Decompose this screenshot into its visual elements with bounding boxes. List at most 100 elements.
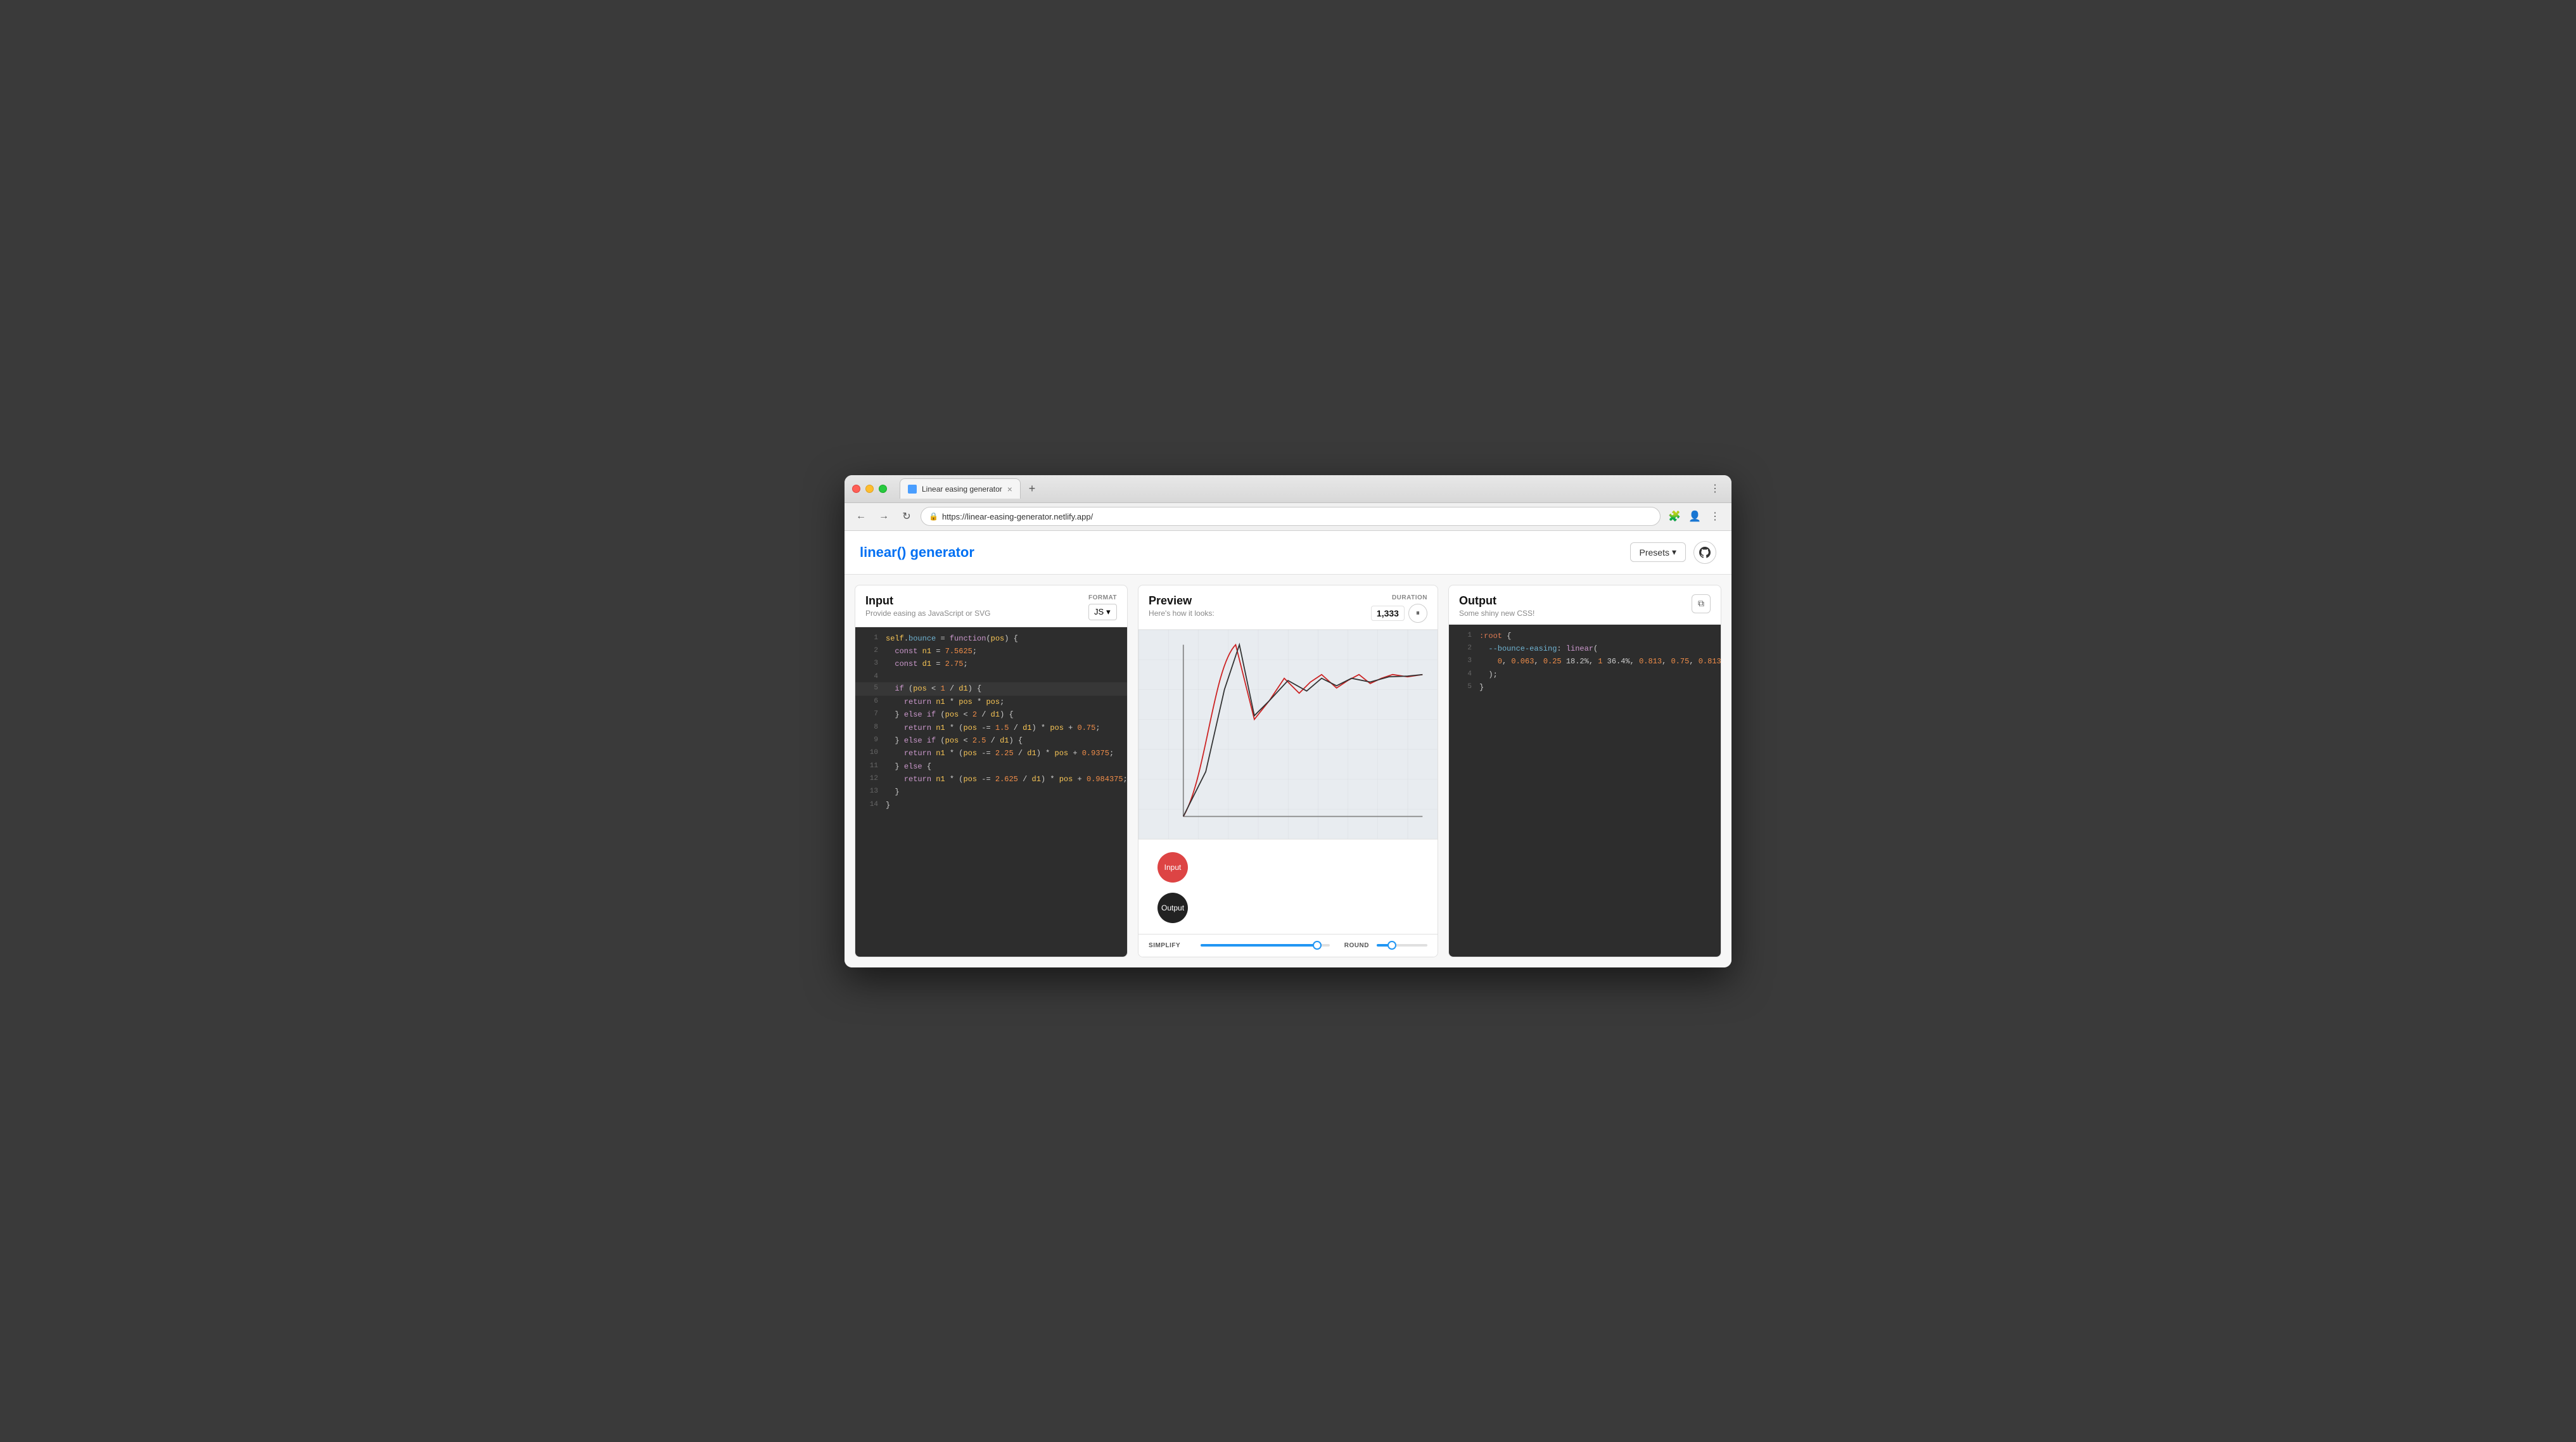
addressbar: ← → ↻ 🔒 https://linear-easing-generator.… (845, 503, 1731, 531)
preview-panel-subtitle: Here's how it looks: (1149, 609, 1215, 618)
code-line-7: 7 } else if (pos < 2 / d1) { (855, 708, 1127, 721)
duration-value[interactable]: 1,333 (1371, 606, 1405, 621)
easing-chart (1138, 630, 1438, 839)
output-line-3: 3 0, 0.063, 0.25 18.2%, 1 36.4%, 0.813, … (1449, 655, 1721, 668)
code-line-10: 10 return n1 * (pos -= 2.25 / d1) * pos … (855, 747, 1127, 760)
code-line-13: 13 } (855, 786, 1127, 798)
output-panel: Output Some shiny new CSS! ⧉ 1 :root { 2… (1448, 585, 1721, 957)
header-right: Presets ▾ (1630, 541, 1717, 564)
new-tab-button[interactable]: + (1023, 480, 1041, 497)
input-ball[interactable]: Input (1157, 852, 1188, 883)
addressbar-actions: 🧩 👤 ⋮ (1666, 507, 1724, 525)
format-chevron-icon: ▾ (1106, 607, 1111, 617)
code-editor[interactable]: 1 self.bounce = function(pos) { 2 const … (855, 627, 1127, 957)
address-input[interactable]: 🔒 https://linear-easing-generator.netlif… (921, 507, 1661, 526)
browser-window: Linear easing generator × + ⋮ ← → ↻ 🔒 ht… (845, 475, 1731, 967)
app-container: linear() generator Presets ▾ Inp (845, 531, 1731, 967)
presets-button[interactable]: Presets ▾ (1630, 542, 1687, 562)
code-line-6: 6 return n1 * pos * pos; (855, 696, 1127, 708)
output-line-2: 2 --bounce-easing: linear( (1449, 642, 1721, 655)
code-line-1: 1 self.bounce = function(pos) { (855, 632, 1127, 645)
copy-button[interactable]: ⧉ (1692, 594, 1711, 613)
pause-button[interactable]: ⏸ (1408, 604, 1427, 623)
presets-label: Presets (1640, 547, 1669, 558)
more-options-button[interactable]: ⋮ (1706, 480, 1724, 497)
format-label: FORMAT (1088, 594, 1117, 601)
input-ball-row: Input (1157, 852, 1419, 883)
profile-button[interactable]: 👤 (1686, 507, 1704, 525)
code-line-14: 14 } (855, 799, 1127, 812)
back-button[interactable]: ← (852, 507, 870, 525)
output-line-1: 1 :root { (1449, 630, 1721, 642)
round-slider-thumb[interactable] (1387, 941, 1396, 950)
code-line-9: 9 } else if (pos < 2.5 / d1) { (855, 734, 1127, 747)
tab-title: Linear easing generator (922, 485, 1002, 494)
minimize-button[interactable] (865, 485, 874, 493)
code-line-5: 5 if (pos < 1 / d1) { (855, 682, 1127, 695)
preview-panel-info: Preview Here's how it looks: (1149, 594, 1215, 618)
preview-panel-header: Preview Here's how it looks: DURATION 1,… (1138, 585, 1438, 630)
simplify-slider-row: SIMPLIFY ROUND (1149, 942, 1427, 949)
app-header: linear() generator Presets ▾ (845, 531, 1731, 575)
input-panel-subtitle: Provide easing as JavaScript or SVG (865, 609, 990, 618)
titlebar: Linear easing generator × + ⋮ (845, 475, 1731, 503)
input-panel-info: Input Provide easing as JavaScript or SV… (865, 594, 990, 618)
input-ball-label: Input (1164, 863, 1182, 872)
pause-icon: ⏸ (1416, 608, 1420, 618)
copy-icon: ⧉ (1698, 598, 1704, 609)
output-ball-row: Output (1157, 893, 1419, 923)
code-line-2: 2 const n1 = 7.5625; (855, 645, 1127, 658)
input-panel-header: Input Provide easing as JavaScript or SV… (855, 585, 1127, 627)
format-selector: FORMAT JS ▾ (1088, 594, 1117, 620)
duration-controls: 1,333 ⏸ (1371, 604, 1427, 623)
round-label: ROUND (1337, 942, 1369, 949)
active-tab[interactable]: Linear easing generator × (900, 478, 1021, 499)
round-slider-track[interactable] (1377, 944, 1427, 947)
github-button[interactable] (1693, 541, 1716, 564)
app-logo: linear() generator (860, 544, 974, 561)
output-ball[interactable]: Output (1157, 893, 1188, 923)
animation-preview: Input Output (1138, 839, 1438, 934)
code-line-12: 12 return n1 * (pos -= 2.625 / d1) * pos… (855, 773, 1127, 786)
tab-close-button[interactable]: × (1007, 484, 1012, 494)
forward-button[interactable]: → (875, 507, 893, 525)
maximize-button[interactable] (879, 485, 887, 493)
input-panel: Input Provide easing as JavaScript or SV… (855, 585, 1128, 957)
simplify-slider-thumb[interactable] (1313, 941, 1322, 950)
main-layout: Input Provide easing as JavaScript or SV… (845, 575, 1731, 967)
tab-bar: Linear easing generator × + (900, 478, 1701, 499)
reload-button[interactable]: ↻ (898, 507, 915, 525)
output-panel-title: Output (1459, 594, 1534, 608)
preview-panel-title: Preview (1149, 594, 1215, 608)
chart-svg (1138, 630, 1438, 839)
simplify-slider-fill (1201, 944, 1317, 947)
preview-panel: Preview Here's how it looks: DURATION 1,… (1138, 585, 1438, 957)
extensions-button[interactable]: 🧩 (1666, 507, 1683, 525)
output-line-5: 5 } (1449, 681, 1721, 694)
menu-button[interactable]: ⋮ (1706, 507, 1724, 525)
presets-chevron-icon: ▾ (1672, 547, 1676, 558)
close-button[interactable] (852, 485, 860, 493)
output-panel-info: Output Some shiny new CSS! (1459, 594, 1534, 618)
code-line-11: 11 } else { (855, 760, 1127, 773)
output-panel-header: Output Some shiny new CSS! ⧉ (1449, 585, 1721, 625)
duration-label: DURATION (1392, 594, 1427, 601)
simplify-label: SIMPLIFY (1149, 942, 1193, 949)
output-ball-label: Output (1161, 903, 1184, 912)
traffic-lights (852, 485, 887, 493)
duration-section: DURATION 1,333 ⏸ (1371, 594, 1427, 623)
url-text: https://linear-easing-generator.netlify.… (942, 512, 1093, 521)
code-line-4: 4 (855, 671, 1127, 683)
output-panel-subtitle: Some shiny new CSS! (1459, 609, 1534, 618)
code-line-3: 3 const d1 = 2.75; (855, 658, 1127, 670)
sliders-area: SIMPLIFY ROUND (1138, 934, 1438, 957)
lock-icon: 🔒 (929, 512, 938, 521)
format-value: JS (1094, 607, 1104, 616)
simplify-slider-track[interactable] (1201, 944, 1330, 947)
output-line-4: 4 ); (1449, 668, 1721, 681)
tab-favicon (908, 485, 917, 494)
format-select[interactable]: JS ▾ (1088, 604, 1117, 620)
output-code-editor: 1 :root { 2 --bounce-easing: linear( 3 0… (1449, 625, 1721, 957)
github-icon (1699, 547, 1711, 558)
input-panel-title: Input (865, 594, 990, 608)
